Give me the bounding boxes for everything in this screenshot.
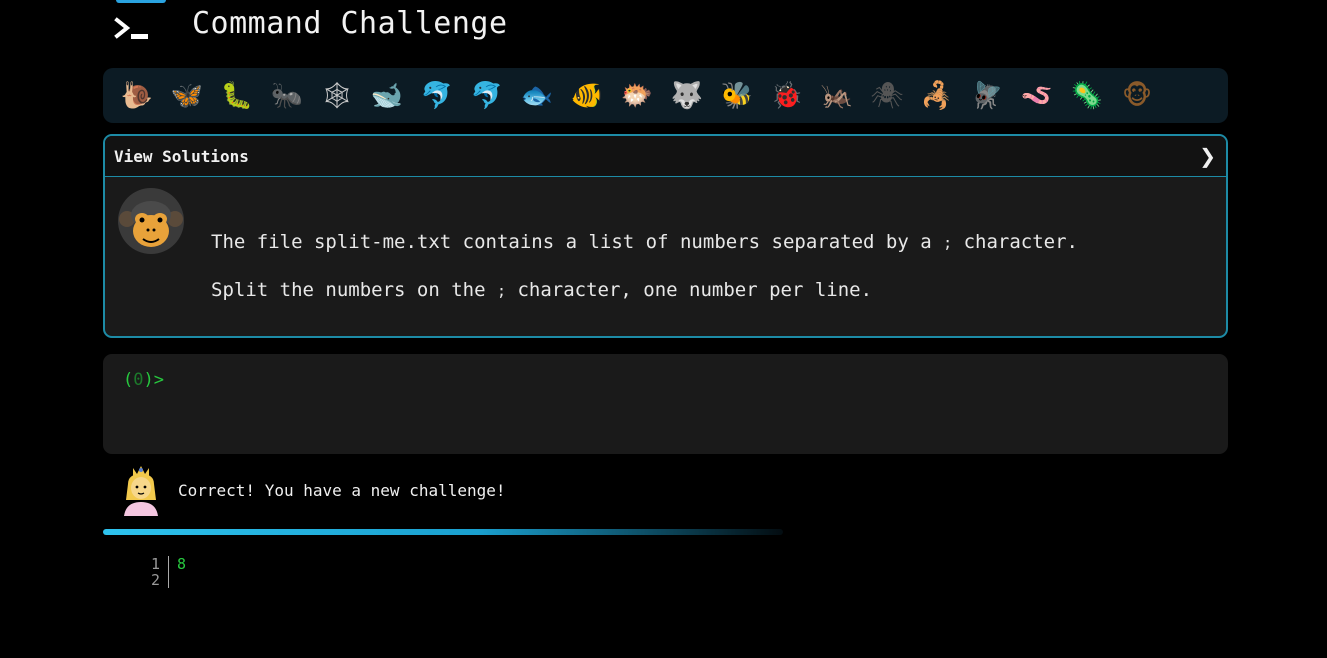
- feedback-message: Correct! You have a new challenge!: [120, 464, 506, 516]
- spider-icon[interactable]: 🕷: [862, 76, 912, 116]
- line-number: 2: [150, 571, 160, 589]
- dolphin-gray-icon[interactable]: 🐬: [462, 76, 512, 116]
- feedback-text: Correct! You have a new challenge!: [178, 480, 506, 500]
- delimiter-code: ;: [496, 282, 507, 300]
- challenge-line-2: Split the numbers on the ; character, on…: [211, 279, 873, 301]
- line-number-gutter: 1 2: [140, 556, 169, 588]
- wolf-icon[interactable]: 🐺: [662, 76, 712, 116]
- ladybug-icon[interactable]: 🐞: [762, 76, 812, 116]
- fly-icon[interactable]: 🪰: [962, 76, 1012, 116]
- delimiter-code: ;: [943, 234, 953, 252]
- output-lines: 8: [169, 556, 186, 588]
- cricket-icon[interactable]: 🦗: [812, 76, 862, 116]
- chevron-right-icon[interactable]: ❯: [1199, 144, 1216, 168]
- command-count: 0: [133, 370, 144, 390]
- snail-icon[interactable]: 🐌: [112, 76, 162, 116]
- terminal-prompt-icon[interactable]: [114, 14, 154, 42]
- output-viewer: 1 2 8: [140, 556, 186, 588]
- challenge-description: The file split-me.txt contains a list of…: [105, 177, 1226, 336]
- blowfish-icon[interactable]: 🐡: [612, 76, 662, 116]
- logo-accent-bar: [116, 0, 166, 3]
- microbe-icon[interactable]: 🦠: [1062, 76, 1112, 116]
- progress-bar: [103, 529, 783, 535]
- challenge-text: The file split-me.txt contains a list of…: [211, 219, 1078, 315]
- challenge-line-1: The file split-me.txt contains a list of…: [211, 231, 1078, 253]
- ant-icon[interactable]: 🐜: [262, 76, 312, 116]
- scorpion-icon[interactable]: 🦂: [912, 76, 962, 116]
- line-number: 1: [150, 555, 160, 573]
- worm-icon[interactable]: 🪱: [1012, 76, 1062, 116]
- butterfly-icon[interactable]: 🦋: [162, 76, 212, 116]
- whale-icon[interactable]: 🐋: [362, 76, 412, 116]
- terminal-prompt: (0)>: [123, 370, 164, 390]
- spider-web-icon[interactable]: 🕸: [312, 76, 362, 116]
- monkey-avatar-icon: [118, 188, 184, 254]
- monkey-icon[interactable]: 🐵: [1112, 76, 1162, 116]
- terminal-input[interactable]: (0)>: [103, 354, 1228, 454]
- fish-icon[interactable]: 🐟: [512, 76, 562, 116]
- output-line: 8: [177, 555, 187, 573]
- challenge-icon-strip: 🐌 🦋 🐛 🐜 🕸 🐋 🐬 🐬 🐟 🐠 🐡 🐺 🐝 🐞 🦗 🕷 🦂 🪰 🪱 🦠 🐵: [103, 68, 1228, 123]
- caterpillar-icon[interactable]: 🐛: [212, 76, 262, 116]
- page-title: Command Challenge: [192, 6, 508, 41]
- tropical-fish-icon[interactable]: 🐠: [562, 76, 612, 116]
- solutions-panel: View Solutions ❯ The file split-me.txt c…: [103, 134, 1228, 338]
- bee-icon[interactable]: 🐝: [712, 76, 762, 116]
- dolphin-icon[interactable]: 🐬: [412, 76, 462, 116]
- view-solutions-label: View Solutions: [114, 146, 249, 166]
- princess-avatar-icon: [124, 466, 158, 516]
- view-solutions-toggle[interactable]: View Solutions ❯: [105, 136, 1226, 177]
